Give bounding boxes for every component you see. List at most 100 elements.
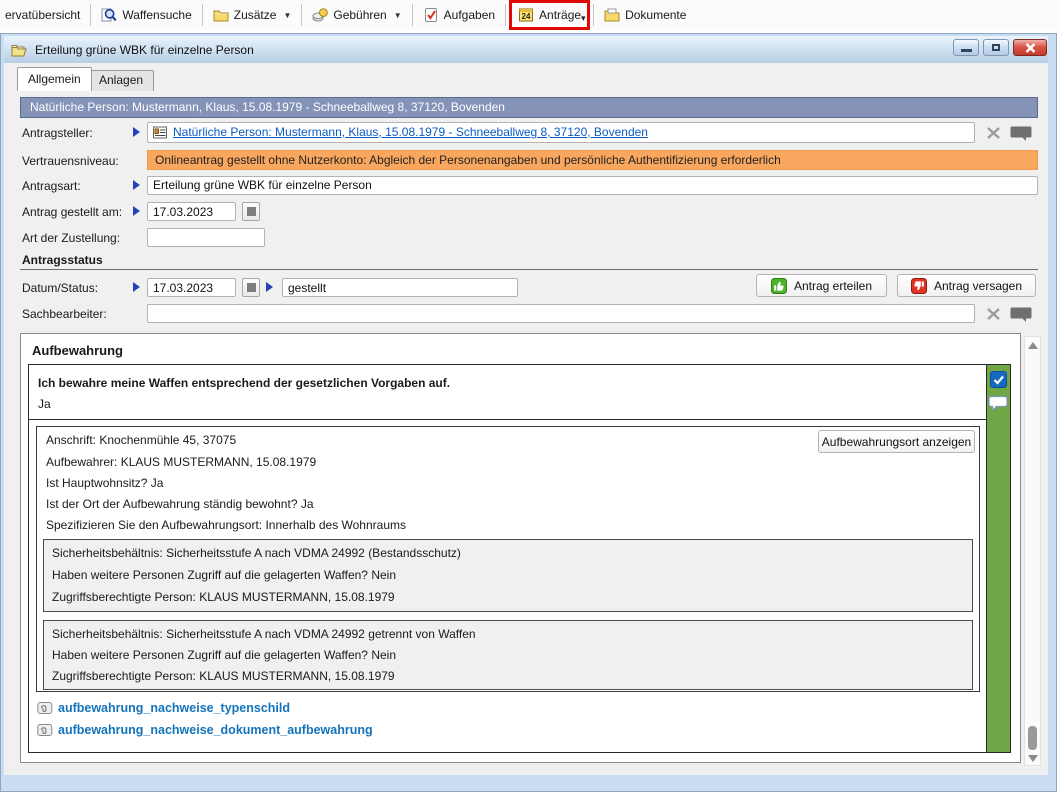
clear-antragsteller-button[interactable]	[981, 123, 1005, 143]
tab-label: Anlagen	[99, 73, 143, 87]
folder-icon	[213, 7, 229, 23]
vertical-scrollbar[interactable]	[1024, 336, 1041, 766]
fees-icon	[312, 7, 328, 23]
clear-x-icon	[986, 307, 1001, 321]
toolbar-label: Anträge	[539, 8, 581, 22]
detail-line: Aufbewahrer: KLAUS MUSTERMANN, 15.08.197…	[46, 455, 316, 469]
question-text: Ich bewahre meine Waffen entsprechend de…	[38, 376, 450, 390]
svg-text:24: 24	[522, 12, 531, 21]
sachbearbeiter-comment-button[interactable]	[1008, 303, 1034, 325]
antragsteller-label: Antragsteller:	[22, 126, 93, 140]
antraege-highlight-box: 24 Anträge	[509, 0, 590, 30]
window-titlebar[interactable]: Erteilung grüne WBK für einzelne Person	[4, 36, 1048, 63]
date-picker-button[interactable]	[242, 278, 260, 297]
container-line: Zugriffsberechtigte Person: KLAUS MUSTER…	[52, 669, 395, 683]
toolbar-item-waffensuche[interactable]: Waffensuche	[94, 4, 198, 26]
toolbar-label: Gebühren	[333, 8, 386, 22]
detail-line: Ist der Ort der Aufbewahrung ständig bew…	[46, 497, 314, 511]
window-folder-icon	[11, 42, 27, 58]
toolbar-item-aufgaben[interactable]: Aufgaben	[416, 4, 502, 26]
close-button[interactable]	[1013, 39, 1047, 56]
date-picker-icon	[247, 283, 256, 292]
container-line: Sicherheitsbehältnis: Sicherheitsstufe A…	[52, 627, 476, 641]
minimize-button[interactable]	[953, 39, 979, 56]
scroll-up-icon[interactable]	[1028, 342, 1038, 349]
toolbar-separator	[412, 4, 413, 26]
search-icon	[101, 7, 117, 23]
toolbar-label: Zusätze	[234, 8, 277, 22]
main-toolbar: ervatübersicht Waffensuche Zusätze ▼ Geb…	[0, 0, 1059, 30]
antragsteller-field[interactable]: Natürliche Person: Mustermann, Klaus, 15…	[147, 122, 975, 143]
maximize-icon	[992, 44, 1000, 51]
date-picker-button[interactable]	[242, 202, 260, 221]
container-line: Sicherheitsbehältnis: Sicherheitsstufe A…	[52, 546, 461, 560]
required-arrow-icon	[133, 127, 140, 137]
vertrauensniveau-warning: Onlineantrag gestellt ohne Nutzerkonto: …	[147, 150, 1038, 170]
container-line: Haben weitere Personen Zugriff auf die g…	[52, 648, 396, 662]
art-der-zustellung-input[interactable]	[147, 228, 265, 247]
required-arrow-icon	[133, 180, 140, 190]
antragsart-field[interactable]: Erteilung grüne WBK für einzelne Person	[147, 176, 1038, 195]
antragsteller-comment-button[interactable]	[1008, 122, 1034, 144]
comment-bubble-icon	[1010, 125, 1032, 142]
sachbearbeiter-input[interactable]	[147, 304, 975, 323]
scroll-down-icon[interactable]	[1028, 755, 1038, 762]
tab-anlagen[interactable]: Anlagen	[88, 70, 154, 91]
toolbar-label: Aufgaben	[444, 8, 495, 22]
answer-text: Ja	[38, 397, 51, 411]
vertrauensniveau-label: Vertrauensniveau:	[22, 154, 119, 168]
close-icon	[1025, 43, 1036, 53]
antrag-erteilen-button[interactable]: Antrag erteilen	[756, 274, 887, 297]
required-arrow-icon	[266, 282, 273, 292]
status-input[interactable]	[282, 278, 518, 297]
toolbar-overflow-button[interactable]: ▾	[581, 13, 586, 24]
antrag-versagen-button[interactable]: Antrag versagen	[897, 274, 1036, 297]
thumbs-up-icon	[771, 278, 787, 294]
person-banner: Natürliche Person: Mustermann, Klaus, 15…	[20, 97, 1038, 118]
person-card-icon	[153, 126, 168, 139]
status-date-input[interactable]	[147, 278, 236, 297]
aufbewahrungsort-anzeigen-button[interactable]: Aufbewahrungsort anzeigen	[818, 430, 975, 453]
toolbar-label: ervatübersicht	[5, 8, 80, 22]
toolbar-item-gebuehren[interactable]: Gebühren ▼	[305, 4, 408, 26]
required-arrow-icon	[133, 206, 140, 216]
datum-status-label: Datum/Status:	[22, 281, 98, 295]
answer-checked-checkbox[interactable]	[990, 371, 1007, 388]
art-der-zustellung-label: Art der Zustellung:	[22, 231, 120, 245]
applications-calendar-icon: 24	[518, 7, 534, 23]
sachbearbeiter-label: Sachbearbeiter:	[22, 307, 107, 321]
comment-bubble-outline-icon	[988, 395, 1008, 412]
antragsteller-link[interactable]: Natürliche Person: Mustermann, Klaus, 15…	[173, 123, 648, 142]
question-box: Ich bewahre meine Waffen entsprechend de…	[29, 365, 986, 420]
thumbs-down-icon	[911, 278, 927, 294]
toolbar-item-dokumente[interactable]: Dokumente	[597, 4, 693, 26]
button-label: Aufbewahrungsort anzeigen	[822, 435, 971, 449]
chevron-down-icon: ▼	[394, 11, 402, 20]
maximize-button[interactable]	[983, 39, 1009, 56]
window-title: Erteilung grüne WBK für einzelne Person	[35, 43, 254, 57]
attachment-icon	[36, 722, 54, 738]
antrag-gestellt-am-label: Antrag gestellt am:	[22, 205, 122, 219]
toolbar-item-antraege[interactable]: 24 Anträge	[516, 5, 583, 25]
app-screen: ervatübersicht Waffensuche Zusätze ▼ Geb…	[0, 0, 1059, 792]
attachment-link-dokument-aufbewahrung[interactable]: aufbewahrung_nachweise_dokument_aufbewah…	[58, 722, 373, 738]
toolbar-separator	[593, 4, 594, 26]
toolbar-item-zusaetze[interactable]: Zusätze ▼	[206, 4, 299, 26]
toolbar-separator	[90, 4, 91, 26]
toolbar-label: Dokumente	[625, 8, 686, 22]
answer-comment-button[interactable]	[987, 394, 1009, 413]
section-divider	[20, 269, 1038, 270]
scrollbar-thumb[interactable]	[1028, 726, 1037, 750]
tasks-icon	[423, 7, 439, 23]
clear-x-icon	[986, 126, 1001, 140]
attachment-link-typenschild[interactable]: aufbewahrung_nachweise_typenschild	[58, 700, 290, 716]
tab-allgemein[interactable]: Allgemein	[17, 67, 92, 91]
toolbar-separator	[202, 4, 203, 26]
detail-line: Anschrift: Knochenmühle 45, 37075	[46, 433, 236, 447]
detail-line: Spezifizieren Sie den Aufbewahrungsort: …	[46, 518, 406, 532]
antrag-gestellt-am-input[interactable]	[147, 202, 236, 221]
date-picker-icon	[247, 207, 256, 216]
chevron-down-icon: ▼	[283, 11, 291, 20]
toolbar-item-reservatuebersicht[interactable]: ervatübersicht	[0, 5, 87, 25]
clear-sachbearbeiter-button[interactable]	[981, 304, 1005, 324]
